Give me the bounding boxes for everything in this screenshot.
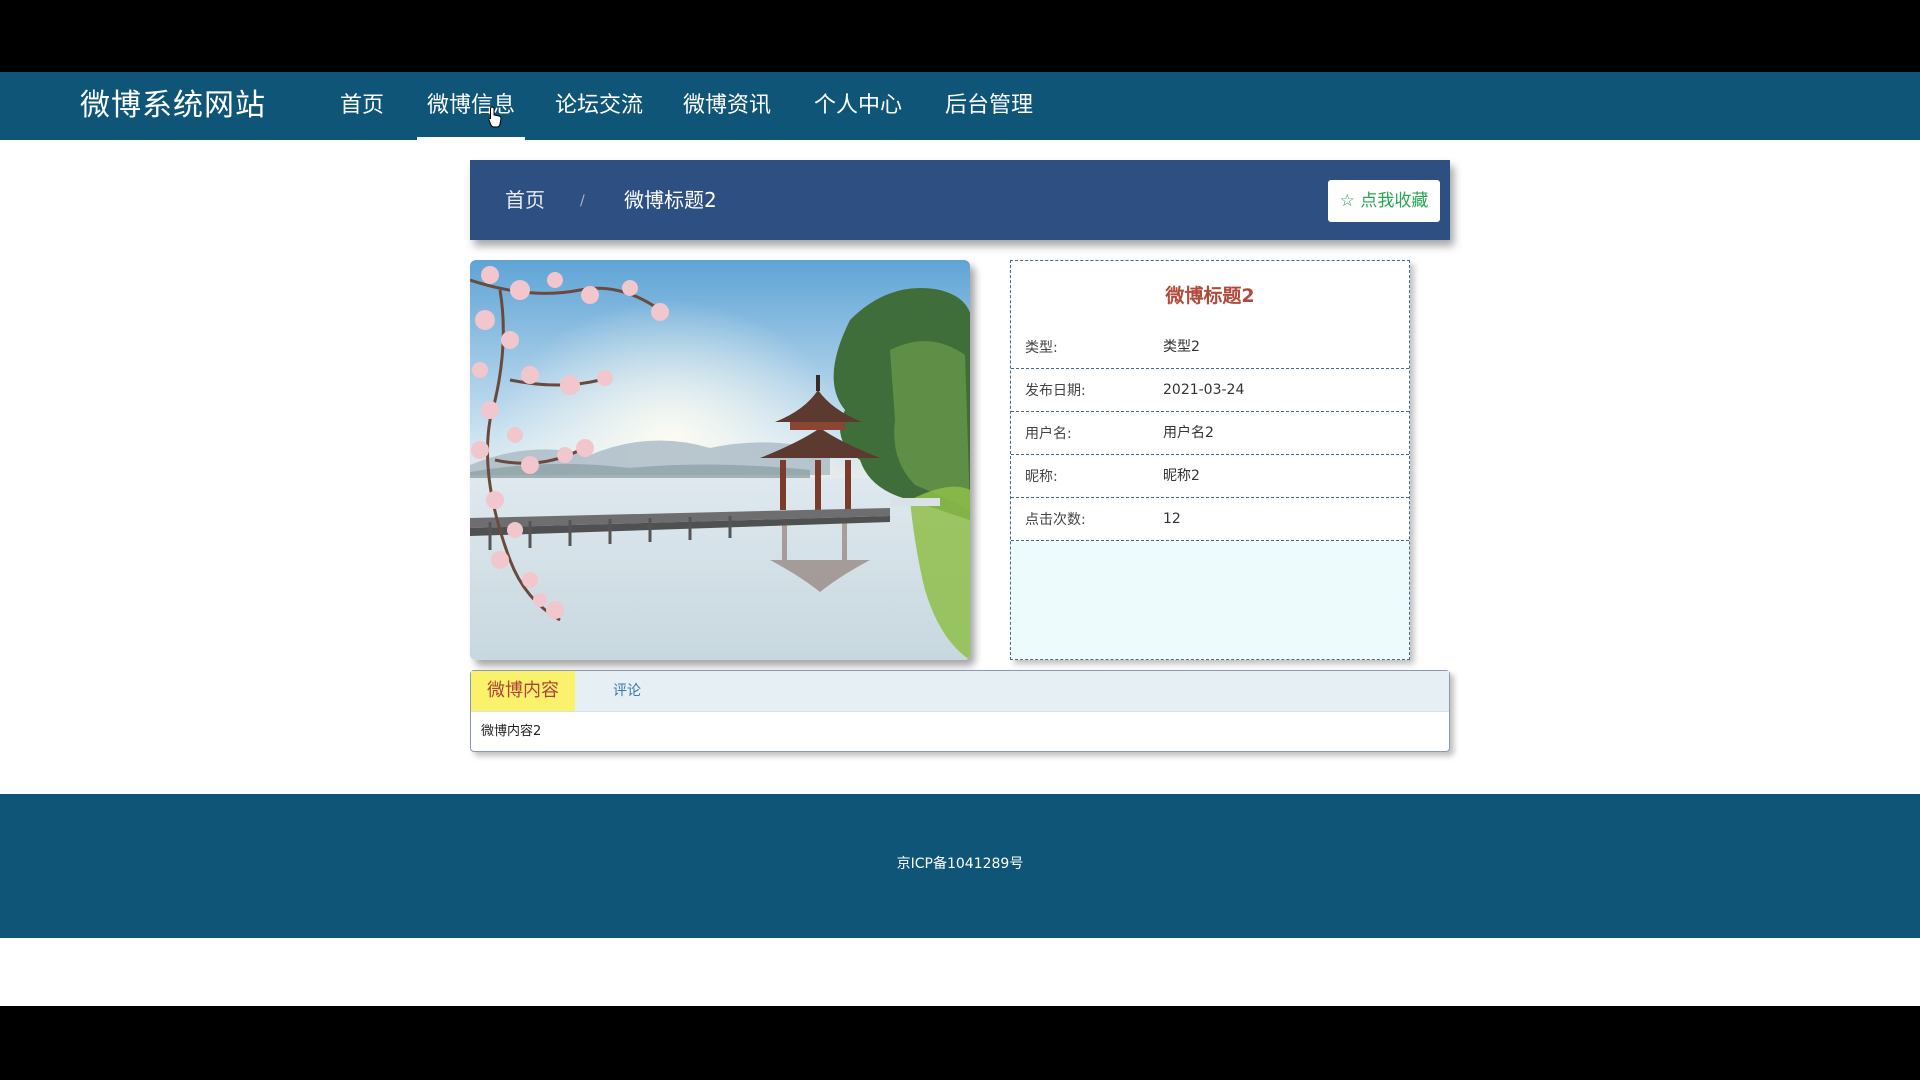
- detail-card: 微博标题2 类型: 类型2 发布日期: 2021-03-24 用户名: 用户名2…: [1010, 260, 1410, 660]
- nav-item-home[interactable]: 首页: [340, 86, 384, 126]
- nav-item-admin[interactable]: 后台管理: [945, 86, 1033, 126]
- detail-title: 微博标题2: [1165, 285, 1255, 307]
- detail-row-date: 发布日期: 2021-03-24: [1011, 369, 1409, 412]
- letterbox-top: [0, 0, 1920, 72]
- letterbox-bottom: [0, 1006, 1920, 1080]
- top-navbar: 微博系统网站 首页 微博信息 论坛交流 微博资讯 个人中心 后台管理: [0, 72, 1920, 140]
- tab-comments[interactable]: 评论: [613, 671, 641, 711]
- content-tabs: 微博内容 评论 微博内容2: [470, 670, 1450, 752]
- nav-item-forum[interactable]: 论坛交流: [555, 86, 643, 126]
- detail-row-nickname: 昵称: 昵称2: [1011, 455, 1409, 498]
- lake-pavilion-image: [470, 260, 970, 660]
- breadcrumb-current: 微博标题2: [624, 188, 717, 212]
- post-image: [470, 260, 970, 660]
- detail-value: 用户名2: [1163, 425, 1214, 441]
- detail-label: 点击次数:: [1025, 512, 1086, 528]
- breadcrumb-home-link[interactable]: 首页: [505, 184, 545, 216]
- mouse-cursor-icon: [488, 106, 502, 128]
- breadcrumb: 首页 / 微博标题2 ☆ 点我收藏: [470, 160, 1450, 240]
- detail-label: 类型:: [1025, 340, 1058, 356]
- detail-value: 昵称2: [1163, 468, 1200, 484]
- tabs-header: 微博内容 评论: [471, 671, 1449, 712]
- detail-value: 2021-03-24: [1163, 382, 1245, 398]
- detail-label: 用户名:: [1025, 426, 1072, 442]
- footer-icp: 京ICP备1041289号: [896, 856, 1024, 872]
- detail-row-type: 类型: 类型2: [1011, 326, 1409, 369]
- footer: 京ICP备1041289号: [0, 794, 1920, 938]
- detail-label: 昵称:: [1025, 469, 1058, 485]
- breadcrumb-separator: /: [580, 193, 585, 209]
- detail-row-clicks: 点击次数: 12: [1011, 498, 1409, 541]
- favorite-button[interactable]: ☆ 点我收藏: [1328, 180, 1440, 222]
- detail-label: 发布日期:: [1025, 383, 1086, 399]
- detail-value: 类型2: [1163, 339, 1200, 355]
- detail-value: 12: [1163, 511, 1181, 527]
- site-title: 微博系统网站: [80, 88, 266, 123]
- detail-row-username: 用户名: 用户名2: [1011, 412, 1409, 455]
- nav-item-personal-center[interactable]: 个人中心: [814, 86, 902, 126]
- tab-content-text: 微博内容2: [481, 724, 542, 739]
- nav-item-news[interactable]: 微博资讯: [683, 86, 771, 126]
- page: 微博系统网站 首页 微博信息 论坛交流 微博资讯 个人中心 后台管理 首页 / …: [0, 72, 1920, 1006]
- tab-weibo-content[interactable]: 微博内容: [471, 671, 575, 711]
